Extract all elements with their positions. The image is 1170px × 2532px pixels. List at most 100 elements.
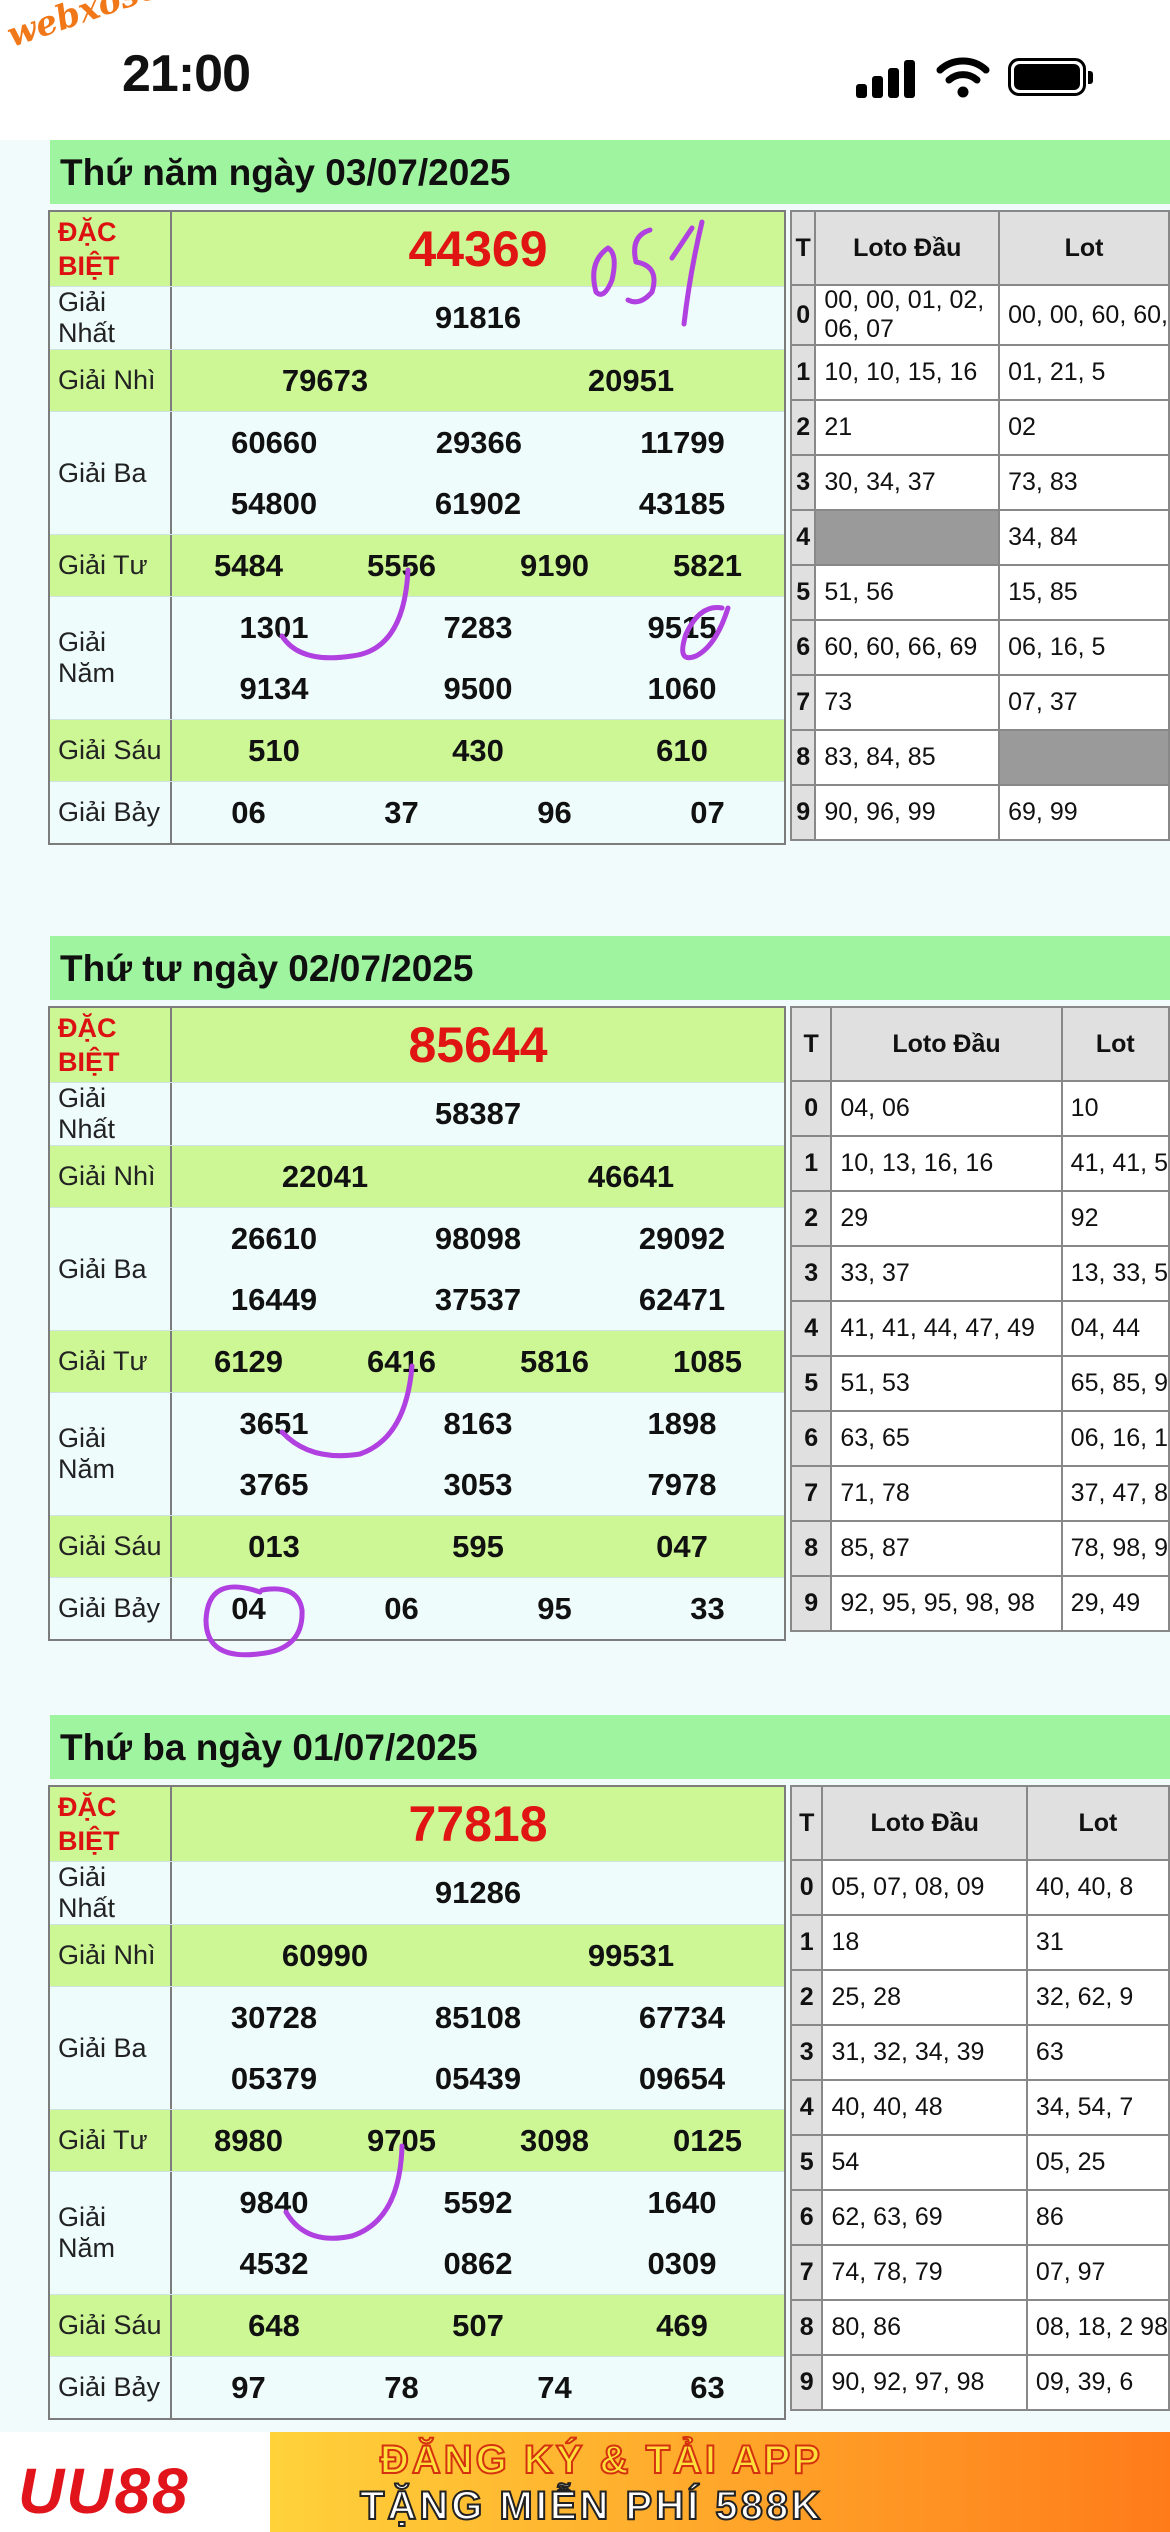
loto-header-row: T Loto Đầu Lot <box>789 1006 1170 1082</box>
prize-label: Giải Bảy <box>50 782 172 843</box>
prize-number: 3651 <box>239 1405 309 1441</box>
loto-duoi-cell: 15, 85 <box>998 564 1170 621</box>
prize-number: 46641 <box>587 1158 675 1194</box>
loto-dau-cell: 90, 96, 99 <box>814 784 1001 841</box>
loto-digit: 5 <box>789 564 817 621</box>
prize-number: 98098 <box>434 1220 522 1256</box>
prize-label: ĐẶC BIỆT <box>50 1008 172 1082</box>
prize-row: Giải Nhì 22041 46641 <box>50 1146 784 1208</box>
prize-number: 5821 <box>673 547 742 583</box>
loto-duoi-cell: 63 <box>1025 2024 1170 2081</box>
prize-number: 8980 <box>214 2122 283 2158</box>
loto-dau-cell: 92, 95, 95, 98, 98 <box>830 1575 1063 1632</box>
prize-label: Giải Ba <box>50 412 172 534</box>
prize-row: Giải Năm 9840 5592 1640 4532 0862 0309 <box>50 2172 784 2295</box>
loto-row: 3 31, 32, 34, 39 63 <box>789 2024 1170 2081</box>
loto-row: 5 51, 56 15, 85 <box>789 564 1170 621</box>
prize-values: 5484 5556 9190 5821 <box>172 535 784 596</box>
prize-value-line: 97 78 74 63 <box>172 2357 784 2418</box>
loto-header-duoi: Lot <box>1060 1006 1170 1082</box>
loto-duoi-cell: 32, 62, 9 <box>1025 1969 1170 2026</box>
prize-values: 91816 <box>172 287 784 349</box>
prize-number: 06 <box>384 1590 419 1626</box>
loto-digit: 6 <box>789 2189 824 2246</box>
prize-label: Giải Năm <box>50 2172 172 2294</box>
prize-row: Giải Ba 60660 29366 11799 54800 61902 43185 <box>50 412 784 535</box>
loto-digit: 1 <box>789 344 817 401</box>
loto-header-dau: Loto Đầu <box>814 210 1001 286</box>
loto-duoi-cell: 92 <box>1060 1190 1170 1247</box>
prize-value-line: 1301 7283 9515 <box>172 597 784 658</box>
loto-dau-cell: 10, 10, 15, 16 <box>814 344 1001 401</box>
loto-duoi-cell: 37, 47, 8 <box>1060 1465 1170 1522</box>
loto-digit: 4 <box>789 2079 824 2136</box>
prize-number: 5484 <box>214 547 283 583</box>
loto-digit: 8 <box>789 729 817 786</box>
prize-number: 04 <box>231 1590 266 1626</box>
loto-table: T Loto Đầu Lot 0 00, 00, 01, 02, 06, 07 00, 0… <box>789 210 1170 841</box>
loto-dau-cell: 30, 34, 37 <box>814 454 1001 511</box>
prize-number: 61902 <box>434 485 522 521</box>
prize-label: Giải Tư <box>50 1331 172 1392</box>
loto-row: 0 00, 00, 01, 02, 06, 07 00, 00, 60, 60, <box>789 284 1170 346</box>
loto-row: 7 73 07, 37 <box>789 674 1170 731</box>
prize-number: 9134 <box>239 670 309 706</box>
prize-values: 79673 20951 <box>172 350 784 411</box>
prize-values: 26610 98098 29092 16449 37537 62471 <box>172 1208 784 1330</box>
prize-values: 6129 6416 5816 1085 <box>172 1331 784 1392</box>
loto-header-dau: Loto Đầu <box>830 1006 1063 1082</box>
prize-number: 07 <box>690 794 725 830</box>
loto-row: 6 62, 63, 69 86 <box>789 2189 1170 2246</box>
prize-number: 91816 <box>434 299 522 335</box>
prize-value-line: 510 430 610 <box>172 720 784 781</box>
prize-number: 09654 <box>638 2060 726 2096</box>
loto-dau-cell: 51, 53 <box>830 1355 1063 1412</box>
loto-dau-cell: 54 <box>821 2134 1028 2191</box>
prize-number: 11799 <box>640 424 725 460</box>
special-prize-number: 77818 <box>408 1796 548 1852</box>
prize-number: 43185 <box>638 485 726 521</box>
prize-number: 610 <box>656 732 708 768</box>
loto-dau-cell: 40, 40, 48 <box>821 2079 1028 2136</box>
day-title: Thứ năm ngày 03/07/2025 <box>60 152 511 193</box>
loto-digit: 9 <box>789 784 817 841</box>
loto-digit: 0 <box>789 1859 824 1916</box>
prize-number: 7978 <box>647 1466 717 1502</box>
prize-number: 3053 <box>443 1466 513 1502</box>
prize-number: 26610 <box>230 1220 318 1256</box>
prize-number: 9705 <box>367 2122 436 2158</box>
prize-number: 85108 <box>434 1999 522 2035</box>
prize-number: 33 <box>690 1590 725 1626</box>
prize-number: 96 <box>537 794 572 830</box>
prize-number: 3765 <box>239 1466 309 1502</box>
prize-number: 05439 <box>434 2060 522 2096</box>
prize-number: 6416 <box>367 1343 436 1379</box>
loto-duoi-cell: 06, 16, 1 <box>1060 1410 1170 1467</box>
prize-value-line: 79673 20951 <box>172 350 784 411</box>
prize-values: 04 06 95 33 <box>172 1578 784 1639</box>
prize-number: 595 <box>452 1528 504 1564</box>
loto-digit: 4 <box>789 1300 833 1357</box>
prize-value-line: 22041 46641 <box>172 1146 784 1207</box>
prize-value-line: 013 595 047 <box>172 1516 784 1577</box>
prize-value-line: 648 507 469 <box>172 2295 784 2356</box>
loto-row: 1 10, 13, 16, 16 41, 41, 5 <box>789 1135 1170 1192</box>
prize-number: 1060 <box>647 670 717 706</box>
loto-dau-cell: 74, 78, 79 <box>821 2244 1028 2301</box>
ad-banner[interactable]: UU88 ĐĂNG KÝ & TẢI APP TẶNG MIỄN PHÍ 588… <box>0 2432 1170 2532</box>
loto-dau-cell: 63, 65 <box>830 1410 1063 1467</box>
prize-values: 44369 <box>172 212 784 286</box>
prize-number: 91286 <box>434 1874 522 1910</box>
ad-headline: ĐĂNG KÝ & TẢI APP <box>379 2437 823 2483</box>
prize-number: 58387 <box>434 1095 522 1131</box>
loto-duoi-cell: 86 <box>1025 2189 1170 2246</box>
loto-dau-cell: 60, 60, 66, 69 <box>814 619 1001 676</box>
loto-row: 6 60, 60, 66, 69 06, 16, 5 <box>789 619 1170 676</box>
prize-number: 1301 <box>239 609 309 645</box>
loto-row: 5 51, 53 65, 85, 9 <box>789 1355 1170 1412</box>
prize-row: Giải Nhì 79673 20951 <box>50 350 784 412</box>
prize-label: Giải Nhì <box>50 350 172 411</box>
loto-digit: 0 <box>789 284 817 346</box>
prize-row: Giải Năm 3651 8163 1898 3765 3053 7978 <box>50 1393 784 1516</box>
ad-logo: UU88 <box>18 2455 190 2527</box>
